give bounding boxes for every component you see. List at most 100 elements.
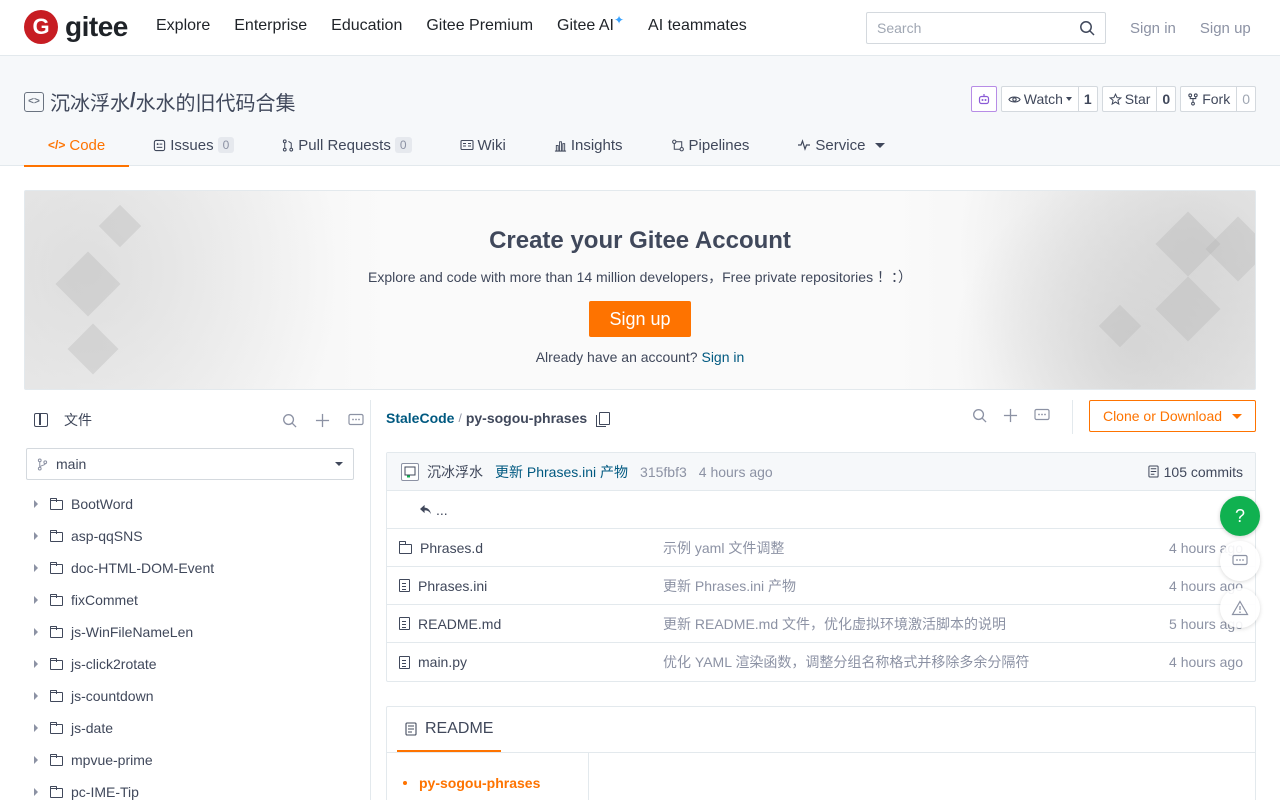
watch-count[interactable]: 1 [1079, 87, 1097, 111]
tree-item[interactable]: asp-qqSNS [34, 520, 354, 552]
repo-robot-icon[interactable] [970, 86, 997, 112]
search-icon[interactable] [1079, 20, 1095, 36]
tree-item[interactable]: js-WinFileNameLen [34, 616, 354, 648]
file-commit-message[interactable]: 示例 yaml 文件调整 [663, 538, 1153, 558]
tree-item[interactable]: mpvue-prime [34, 744, 354, 776]
search-icon[interactable] [972, 408, 987, 423]
expand-arrow-icon[interactable] [34, 756, 38, 764]
plus-icon[interactable] [315, 413, 330, 428]
file-name-link[interactable]: Phrases.d [420, 540, 483, 556]
tree-item[interactable]: doc-HTML-DOM-Event [34, 552, 354, 584]
table-row[interactable]: Phrases.ini 更新 Phrases.ini 产物 4 hours ag… [387, 567, 1255, 605]
file-name-link[interactable]: Phrases.ini [418, 578, 487, 594]
comment-box-icon[interactable] [1034, 408, 1050, 422]
breadcrumb-root-link[interactable]: StaleCode [386, 410, 454, 426]
commit-sha[interactable]: 315fbf3 [640, 464, 687, 480]
commits-link[interactable]: 105 commits [1148, 464, 1243, 480]
tab-insights[interactable]: Insights [530, 124, 647, 166]
table-row[interactable]: main.py 优化 YAML 渲染函数，调整分组名称格式并移除多余分隔符 4 … [387, 643, 1255, 681]
file-icon [399, 655, 410, 669]
watch-label: Watch [1023, 91, 1063, 107]
table-row[interactable]: README.md 更新 README.md 文件，优化虚拟环境激活脚本的说明 … [387, 605, 1255, 643]
branch-selector[interactable]: main [26, 448, 354, 480]
search-icon[interactable] [282, 413, 297, 428]
tree-item[interactable]: js-date [34, 712, 354, 744]
clone-or-download-button[interactable]: Clone or Download [1089, 400, 1256, 432]
plus-icon[interactable] [1003, 408, 1018, 423]
nav-gitee-ai[interactable]: Gitee AI✦ [557, 13, 624, 35]
expand-arrow-icon[interactable] [34, 564, 38, 572]
nav-explore[interactable]: Explore [156, 17, 210, 35]
fork-count[interactable]: 0 [1237, 87, 1255, 111]
folder-icon [49, 561, 63, 574]
tab-pipelines[interactable]: Pipelines [647, 124, 774, 166]
table-row[interactable]: Phrases.d 示例 yaml 文件调整 4 hours ago [387, 529, 1255, 567]
parent-directory-row[interactable]: ... [387, 491, 1255, 529]
tab-code[interactable]: </> Code [24, 124, 130, 167]
watch-button[interactable]: Watch [1002, 87, 1079, 111]
gitee-logo-text: gitee [65, 11, 128, 42]
commit-message[interactable]: 更新 Phrases.ini 产物 [495, 462, 628, 482]
expand-arrow-icon[interactable] [34, 724, 38, 732]
nav-education[interactable]: Education [331, 17, 402, 35]
file-name-link[interactable]: main.py [418, 654, 467, 670]
copy-icon[interactable] [596, 411, 611, 427]
top-navbar: G gitee Explore Enterprise Education Git… [0, 0, 1280, 56]
folder-icon [49, 593, 63, 606]
expand-arrow-icon[interactable] [34, 628, 38, 636]
report-button[interactable] [1220, 588, 1260, 628]
tree-item-label: js-date [71, 720, 114, 736]
pulse-icon [798, 139, 811, 151]
file-commit-message[interactable]: 优化 YAML 渲染函数，调整分组名称格式并移除多余分隔符 [663, 652, 1153, 672]
fork-button[interactable]: Fork [1181, 87, 1238, 111]
repo-owner-link[interactable]: 沉冰浮水 [50, 87, 130, 116]
banner-pattern-diamond [1098, 304, 1142, 348]
file-name-cell: Phrases.ini [399, 578, 663, 594]
toc-item-link[interactable]: py-sogou-phrases [419, 775, 540, 791]
file-commit-message[interactable]: 更新 README.md 文件，优化虚拟环境激活脚本的说明 [663, 614, 1153, 634]
expand-arrow-icon[interactable] [34, 532, 38, 540]
tab-wiki[interactable]: Wiki [436, 124, 530, 166]
main-tools [972, 408, 1050, 423]
tree-item[interactable]: BootWord [34, 488, 354, 520]
star-count[interactable]: 0 [1157, 87, 1175, 111]
readme-tab[interactable]: README [397, 707, 502, 752]
nav-gitee-premium[interactable]: Gitee Premium [426, 17, 533, 35]
tree-item[interactable]: pc-IME-Tip [34, 776, 354, 800]
sign-up-link[interactable]: Sign up [1200, 20, 1251, 37]
star-label: Star [1124, 91, 1151, 107]
expand-arrow-icon[interactable] [34, 692, 38, 700]
expand-arrow-icon[interactable] [34, 660, 38, 668]
nav-enterprise[interactable]: Enterprise [234, 17, 307, 35]
sparkle-icon: ✦ [613, 13, 625, 27]
tab-pull-requests-label: Pull Requests [298, 136, 391, 154]
tab-pull-requests[interactable]: Pull Requests 0 [258, 124, 435, 166]
tree-item-label: fixCommet [71, 592, 138, 608]
banner-sign-up-button[interactable]: Sign up [589, 301, 691, 337]
breadcrumb-current: py-sogou-phrases [465, 410, 588, 426]
banner-sign-in-link[interactable]: Sign in [701, 349, 744, 365]
tab-issues[interactable]: Issues 0 [129, 124, 258, 166]
search-input[interactable] [877, 20, 1079, 36]
feedback-button[interactable] [1220, 541, 1260, 581]
sidebar-toggle-icon[interactable] [34, 413, 48, 427]
tab-service[interactable]: Service [773, 124, 909, 166]
tree-item[interactable]: js-click2rotate [34, 648, 354, 680]
sign-in-link[interactable]: Sign in [1130, 20, 1176, 37]
nav-ai-teammates[interactable]: AI teammates [648, 17, 747, 35]
help-button[interactable]: ? [1220, 496, 1260, 536]
tree-item[interactable]: js-countdown [34, 680, 354, 712]
tree-item[interactable]: fixCommet [34, 584, 354, 616]
file-name-link[interactable]: README.md [418, 616, 501, 632]
expand-arrow-icon[interactable] [34, 500, 38, 508]
expand-arrow-icon[interactable] [34, 596, 38, 604]
commit-author[interactable]: 沉冰浮水 [427, 462, 483, 482]
comment-box-icon[interactable] [348, 413, 364, 427]
expand-arrow-icon[interactable] [34, 788, 38, 796]
gitee-logo[interactable]: G gitee [24, 10, 128, 44]
file-commit-message[interactable]: 更新 Phrases.ini 产物 [663, 576, 1153, 596]
avatar[interactable] [401, 462, 419, 481]
nav-gitee-ai-label: Gitee AI [557, 17, 614, 34]
repo-name-link[interactable]: 水水的旧代码合集 [136, 87, 296, 116]
star-button[interactable]: Star [1103, 87, 1158, 111]
